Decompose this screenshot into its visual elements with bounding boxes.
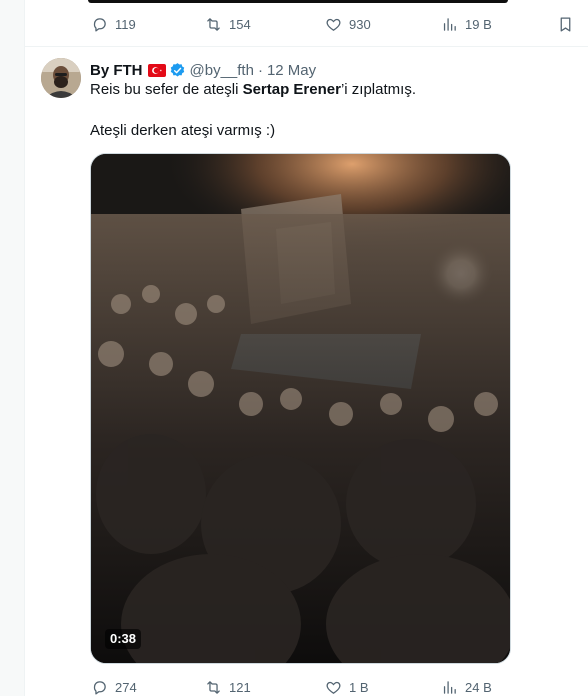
heart-icon xyxy=(326,18,341,31)
retweet-icon xyxy=(207,680,220,694)
retweet-icon xyxy=(207,17,220,31)
reply-count: 119 xyxy=(115,16,136,32)
tweet-text-line-1: Reis bu sefer de ateşli Sertap Erener’i … xyxy=(90,80,416,100)
views-icon xyxy=(443,17,456,31)
views-count: 19 B xyxy=(465,16,492,32)
tweet-header: By FTH @by__fth · 12 May xyxy=(90,60,316,80)
retweet-count: 121 xyxy=(229,679,251,695)
tweet-date[interactable]: 12 May xyxy=(267,62,316,79)
views-icon xyxy=(443,680,456,694)
retweet-button[interactable]: 121 xyxy=(205,677,251,696)
bookmark-button[interactable] xyxy=(557,14,574,34)
reply-icon xyxy=(93,17,106,32)
heart-icon xyxy=(326,681,341,694)
like-count: 930 xyxy=(349,16,371,32)
retweet-button[interactable]: 154 xyxy=(205,14,251,34)
verified-badge-icon[interactable] xyxy=(169,62,186,79)
tweet-text-prefix: Reis bu sefer de ateşli xyxy=(90,81,243,98)
views-button[interactable]: 24 B xyxy=(441,677,492,696)
reply-button[interactable]: 119 xyxy=(91,14,136,34)
reply-count: 274 xyxy=(115,679,137,695)
like-count: 1 B xyxy=(349,679,369,695)
bookmark-icon xyxy=(560,16,571,32)
left-sidebar-gutter xyxy=(0,0,25,696)
video-thumbnail xyxy=(91,154,510,663)
like-button[interactable]: 930 xyxy=(325,14,371,34)
avatar[interactable] xyxy=(41,58,81,98)
tweet-text-line-2: Ateşli derken ateşi varmış :) xyxy=(90,122,276,139)
reply-button[interactable]: 274 xyxy=(91,677,137,696)
like-button[interactable]: 1 B xyxy=(325,677,369,696)
video-duration: 0:38 xyxy=(105,629,142,649)
avatar-image xyxy=(41,58,81,98)
turkey-flag-icon xyxy=(147,63,166,77)
tweet-text-suffix: ’i zıplatmış. xyxy=(340,81,416,98)
reply-icon xyxy=(93,680,106,695)
timeline: 119 154 930 19 B By FTH @by__fth · 12 Ma… xyxy=(25,0,588,696)
tweet-action-bar: 274 121 1 B 24 B xyxy=(25,677,588,696)
header-separator: · xyxy=(257,61,263,79)
previous-tweet-media-edge xyxy=(88,0,508,3)
user-handle[interactable]: @by__fth xyxy=(190,62,254,79)
display-name[interactable]: By FTH xyxy=(90,62,143,79)
video-player[interactable]: 0:38 xyxy=(90,153,511,664)
views-button[interactable]: 19 B xyxy=(441,14,492,34)
views-count: 24 B xyxy=(465,679,492,695)
previous-tweet-action-bar: 119 154 930 19 B xyxy=(25,14,588,34)
tweet-text-bold-name: Sertap Erener xyxy=(242,81,341,98)
retweet-count: 154 xyxy=(229,16,251,32)
tweet-divider xyxy=(25,46,588,47)
